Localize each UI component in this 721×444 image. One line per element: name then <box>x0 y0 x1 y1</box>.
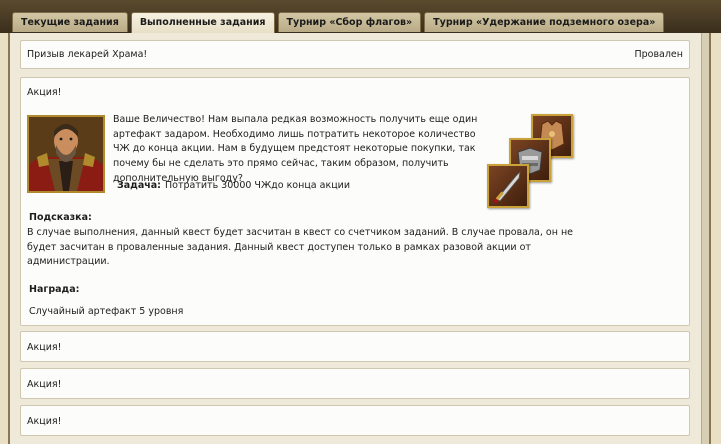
task-label: Задача: <box>117 180 161 191</box>
tab-lake-tournament[interactable]: Турнир «Удержание подземного озера» <box>424 12 665 32</box>
task-text: Потратить 30000 ЧЖдо конца акции <box>164 180 351 191</box>
quest-task: Задача: Потратить 30000 ЧЖдо конца акции <box>117 180 350 191</box>
reward-label: Награда: <box>29 284 80 295</box>
quest-title: Акция! <box>27 87 62 98</box>
quest-title: Акция! <box>27 342 62 353</box>
advisor-portrait <box>27 115 105 193</box>
top-bar: Текущие задания Выполненные задания Турн… <box>0 0 721 33</box>
quest-card-promo[interactable]: Акция! <box>20 331 690 362</box>
reward-text: Случайный артефакт 5 уровня <box>29 306 184 317</box>
quest-panel: Призыв лекарей Храма! Провален Акция! Ва… <box>8 33 711 444</box>
tab-bar: Текущие задания Выполненные задания Турн… <box>12 12 667 33</box>
sword-artifact-icon[interactable] <box>487 164 529 208</box>
hint-label: Подсказка: <box>29 212 92 223</box>
quest-list: Призыв лекарей Храма! Провален Акция! Ва… <box>10 33 702 444</box>
quest-status: Провален <box>634 49 683 60</box>
quest-title: Акция! <box>27 379 62 390</box>
tab-current-quests[interactable]: Текущие задания <box>12 12 128 32</box>
tab-completed-quests[interactable]: Выполненные задания <box>130 12 275 33</box>
quest-title: Акция! <box>27 416 62 427</box>
quest-card-promo-expanded[interactable]: Акция! Ваше Величество! Нам выпала редка… <box>20 77 690 326</box>
vertical-scrollbar[interactable] <box>701 33 709 444</box>
quest-title: Призыв лекарей Храма! <box>27 49 148 60</box>
quest-card-temple[interactable]: Призыв лекарей Храма! Провален <box>20 40 690 69</box>
reward-artifact-icons <box>487 114 575 214</box>
quest-description: Ваше Величество! Нам выпала редкая возмо… <box>113 114 478 184</box>
tab-flag-tournament[interactable]: Турнир «Сбор флагов» <box>277 12 422 32</box>
quest-card-promo[interactable]: Акция! <box>20 368 690 399</box>
hint-text: В случае выполнения, данный квест будет … <box>27 227 574 267</box>
quest-card-promo[interactable]: Акция! <box>20 405 690 436</box>
